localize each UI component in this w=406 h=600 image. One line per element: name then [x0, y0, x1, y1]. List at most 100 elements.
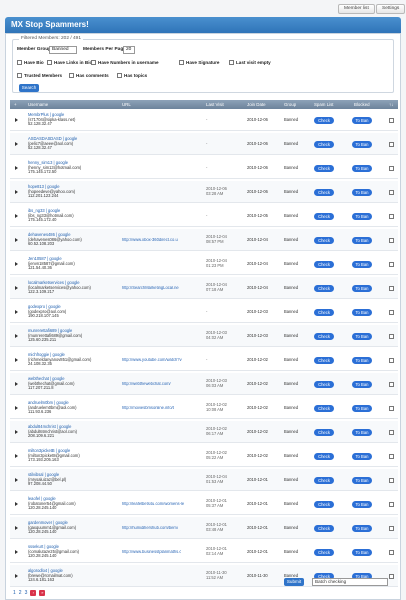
row-checkbox[interactable]: [389, 309, 394, 315]
expand-row[interactable]: [15, 277, 18, 299]
page-link[interactable]: 2: [19, 590, 22, 596]
row-checkbox[interactable]: [389, 189, 394, 195]
have-signature-checkbox[interactable]: Have Signature: [179, 60, 219, 65]
checkbox-box[interactable]: [17, 60, 22, 65]
expand-row[interactable]: [15, 229, 18, 251]
expand-arrow-icon[interactable]: [15, 214, 18, 218]
ban-button[interactable]: To Ban: [352, 164, 372, 172]
expand-arrow-icon[interactable]: [15, 526, 18, 530]
row-checkbox[interactable]: [389, 237, 394, 243]
expand-arrow-icon[interactable]: [15, 334, 18, 338]
ban-button[interactable]: To Ban: [352, 476, 372, 484]
expand-row[interactable]: [15, 133, 18, 155]
expand-row[interactable]: [15, 541, 18, 563]
row-checkbox[interactable]: [389, 477, 394, 483]
ban-button[interactable]: To Ban: [352, 380, 372, 388]
expand-row[interactable]: [15, 421, 18, 443]
member-list-button[interactable]: Member list: [338, 4, 375, 14]
ban-button[interactable]: To Ban: [352, 332, 372, 340]
row-checkbox[interactable]: [389, 429, 394, 435]
check-button[interactable]: Check: [314, 428, 334, 436]
row-checkbox[interactable]: [389, 333, 394, 339]
blocked-header[interactable]: Blocked: [354, 100, 370, 109]
check-button[interactable]: Check: [314, 476, 334, 484]
last-page-icon[interactable]: »: [39, 590, 46, 596]
expand-arrow-icon[interactable]: [15, 478, 18, 482]
check-button[interactable]: Check: [314, 164, 334, 172]
ban-button[interactable]: To Ban: [352, 308, 372, 316]
row-checkbox[interactable]: [389, 165, 394, 171]
ban-button[interactable]: To Ban: [352, 548, 372, 556]
checkbox-box[interactable]: [179, 60, 184, 65]
member-url[interactable]: http://moviesbmsonline.info/t: [122, 406, 174, 411]
expand-row[interactable]: [15, 349, 18, 371]
expand-row[interactable]: [15, 517, 18, 539]
row-checkbox[interactable]: [389, 453, 394, 459]
expand-row[interactable]: [15, 325, 18, 347]
row-checkbox[interactable]: [389, 213, 394, 219]
ban-button[interactable]: To Ban: [352, 284, 372, 292]
expand-arrow-icon[interactable]: [15, 166, 18, 170]
last-visit-header[interactable]: Last Visit: [206, 100, 224, 109]
expand-row[interactable]: [15, 253, 18, 275]
check-button[interactable]: Check: [314, 380, 334, 388]
ban-button[interactable]: To Ban: [352, 260, 372, 268]
per-page-select[interactable]: 20: [123, 46, 135, 54]
next-page-icon[interactable]: ›: [30, 590, 37, 596]
check-button[interactable]: Check: [314, 500, 334, 508]
check-button[interactable]: Check: [314, 356, 334, 364]
ban-button[interactable]: To Ban: [352, 404, 372, 412]
row-checkbox[interactable]: [389, 501, 394, 507]
check-button[interactable]: Check: [314, 260, 334, 268]
expand-row[interactable]: [15, 205, 18, 227]
check-button[interactable]: Check: [314, 524, 334, 532]
member-url[interactable]: http://leafelbets4u.com/womens-le: [122, 502, 184, 507]
member-url[interactable]: http://www.xbox-360direct.co.u: [122, 238, 178, 243]
links-in-bio-checkbox[interactable]: Have Links in Bio: [47, 60, 92, 65]
row-checkbox[interactable]: [389, 261, 394, 267]
have-bio-checkbox[interactable]: Have Bio: [17, 60, 44, 65]
check-button[interactable]: Check: [314, 236, 334, 244]
ban-button[interactable]: To Ban: [352, 428, 372, 436]
spam-list-header[interactable]: Spam List: [314, 100, 334, 109]
check-button[interactable]: Check: [314, 548, 334, 556]
expand-arrow-icon[interactable]: [15, 286, 18, 290]
expand-arrow-icon[interactable]: [15, 406, 18, 410]
checkbox-box[interactable]: [69, 73, 74, 78]
submit-button[interactable]: Submit: [284, 578, 304, 586]
last-visit-empty-checkbox[interactable]: Last visit empty: [229, 60, 271, 65]
expand-arrow-icon[interactable]: [15, 238, 18, 242]
batch-action-select[interactable]: Batch checking: [312, 578, 388, 586]
expand-arrow-icon[interactable]: [15, 190, 18, 194]
checkbox-box[interactable]: [229, 60, 234, 65]
expand-arrow-icon[interactable]: [15, 118, 18, 122]
check-button[interactable]: Check: [314, 404, 334, 412]
row-checkbox[interactable]: [389, 525, 394, 531]
row-checkbox[interactable]: [389, 549, 394, 555]
page-link[interactable]: 3: [25, 590, 28, 596]
checkbox-box[interactable]: [117, 73, 122, 78]
page-link[interactable]: 1: [13, 590, 16, 596]
expand-row[interactable]: [15, 469, 18, 491]
expand-row[interactable]: [15, 445, 18, 467]
ban-button[interactable]: To Ban: [352, 140, 372, 148]
expand-row[interactable]: [15, 181, 18, 203]
expand-row[interactable]: [15, 373, 18, 395]
expand-row[interactable]: [15, 157, 18, 179]
has-comments-checkbox[interactable]: Has comments: [69, 73, 109, 78]
settings-button[interactable]: Settings: [376, 4, 406, 14]
member-url[interactable]: http://SearchMarketingLocal.ne: [122, 286, 179, 291]
expand-row[interactable]: [15, 397, 18, 419]
expand-arrow-icon[interactable]: [15, 382, 18, 386]
sort-header[interactable]: ↑↓: [389, 100, 393, 109]
member-group-select[interactable]: Banned: [49, 46, 77, 54]
expand-arrow-icon[interactable]: [15, 310, 18, 314]
row-checkbox[interactable]: [389, 381, 394, 387]
ban-button[interactable]: To Ban: [352, 116, 372, 124]
member-url[interactable]: http://webthewebchat.com/: [122, 382, 171, 387]
expand-row[interactable]: [15, 301, 18, 323]
check-button[interactable]: Check: [314, 212, 334, 220]
checkbox-box[interactable]: [91, 60, 96, 65]
expand-arrow-icon[interactable]: [15, 430, 18, 434]
check-button[interactable]: Check: [314, 308, 334, 316]
